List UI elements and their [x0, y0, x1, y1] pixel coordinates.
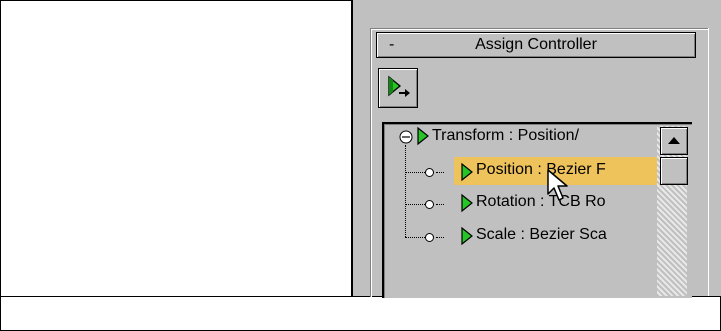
scroll-up-button[interactable]: [660, 127, 688, 155]
tree-item-label: Scale : Bezier Sca: [476, 226, 607, 243]
tree-item-label: Position : Bezier F: [476, 161, 606, 178]
assign-controller-icon: [388, 75, 410, 97]
controller-arrow-icon: [461, 193, 473, 213]
mouse-pointer-icon: [547, 169, 568, 201]
controller-arrow-icon: [417, 126, 429, 146]
tree-item-transform[interactable]: Transform : Position/: [396, 124, 658, 148]
collapse-node-icon[interactable]: [398, 129, 414, 145]
tree-item-label: Transform : Position/: [432, 127, 580, 144]
rollout-title: Assign Controller: [475, 36, 597, 53]
rollout-right-edge: [708, 28, 721, 296]
tree-connector-vertical: [405, 145, 406, 237]
tree-item-scale[interactable]: Scale : Bezier Sca: [420, 223, 656, 247]
controller-arrow-icon: [461, 226, 473, 246]
tree-item-position[interactable]: Position : Bezier F: [420, 158, 656, 182]
scroll-thumb[interactable]: [660, 157, 688, 185]
controller-arrow-icon: [461, 162, 473, 182]
tree-item-label: Rotation : TCB Ro: [476, 193, 606, 210]
rollout-title-bar[interactable]: - Assign Controller: [376, 32, 696, 58]
assign-controller-button[interactable]: [378, 68, 418, 108]
arrow-up-icon: [668, 137, 680, 144]
tree-item-rotation[interactable]: Rotation : TCB Ro: [420, 190, 656, 214]
